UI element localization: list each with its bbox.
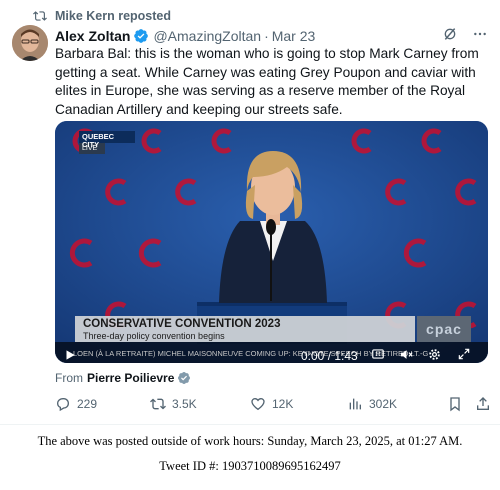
tweet-card[interactable]: Mike Kern reposted Alex Zoltan @AmazingZ…	[0, 0, 500, 425]
settings-icon[interactable]	[427, 347, 442, 362]
grok-icon[interactable]	[442, 26, 458, 42]
video-time: 0:00 / 1:43	[301, 349, 358, 363]
avatar[interactable]	[12, 25, 48, 61]
repost-button[interactable]: 3.5K	[150, 396, 197, 412]
mute-icon[interactable]	[399, 347, 414, 362]
video-controls: 0:00 / 1:43	[55, 333, 488, 363]
heart-icon	[251, 397, 265, 411]
separator: ·	[264, 28, 269, 44]
share-button[interactable]	[475, 396, 491, 412]
footer-tweet-id: Tweet ID #: 1903710089695162497	[159, 459, 341, 473]
avatar-image	[12, 25, 48, 61]
view-count: 302K	[369, 397, 398, 411]
like-button[interactable]: 12K	[250, 396, 293, 412]
bookmark-button[interactable]	[447, 396, 463, 412]
views-icon	[349, 398, 361, 410]
repost-icon	[33, 11, 47, 21]
government-verified-icon	[178, 372, 191, 384]
repost-action-icon	[150, 398, 166, 410]
from-attribution: From Pierre Poilievre	[55, 371, 191, 385]
bookmark-icon	[450, 397, 460, 412]
reply-icon	[56, 398, 70, 412]
repost-indicator[interactable]: Mike Kern reposted	[33, 8, 171, 24]
captions-icon[interactable]	[371, 347, 385, 361]
verified-badge-icon[interactable]	[133, 28, 149, 44]
reply-count: 229	[77, 397, 98, 411]
lower-third-title: CONSERVATIVE CONVENTION 2023	[83, 318, 281, 330]
tweet-text: Barbara Bal: this is the woman who is go…	[55, 46, 479, 117]
repost-count: 3.5K	[172, 397, 197, 411]
author-name[interactable]: Alex Zoltan	[55, 28, 130, 44]
like-count: 12K	[272, 397, 294, 411]
more-options-icon[interactable]	[472, 26, 488, 42]
views-button[interactable]: 302K	[347, 396, 397, 412]
repost-label: Mike Kern reposted	[55, 9, 172, 23]
live-badge: QUEBEC CITY LIVE	[79, 131, 135, 155]
from-prefix: From	[55, 371, 83, 385]
play-icon[interactable]	[63, 348, 77, 362]
live-label: LIVE	[79, 143, 105, 154]
fullscreen-icon[interactable]	[457, 347, 471, 361]
from-name[interactable]: Pierre Poilievre	[87, 371, 174, 385]
tweet-header: Alex Zoltan @AmazingZoltan · Mar 23	[55, 26, 488, 46]
reply-button[interactable]: 229	[55, 396, 97, 412]
header-actions	[442, 26, 488, 42]
tweet-actions: 229 3.5K 12K 302K	[55, 396, 490, 414]
share-icon	[477, 397, 489, 410]
live-city: QUEBEC CITY	[79, 131, 135, 149]
tweet-date[interactable]: Mar 23	[272, 28, 316, 44]
author-handle[interactable]: @AmazingZoltan	[153, 28, 261, 44]
footer-posted-note: The above was posted outside of work hou…	[37, 434, 463, 448]
video-player[interactable]: QUEBEC CITY LIVE CONSERVATIVE CONVENTION…	[55, 121, 488, 363]
